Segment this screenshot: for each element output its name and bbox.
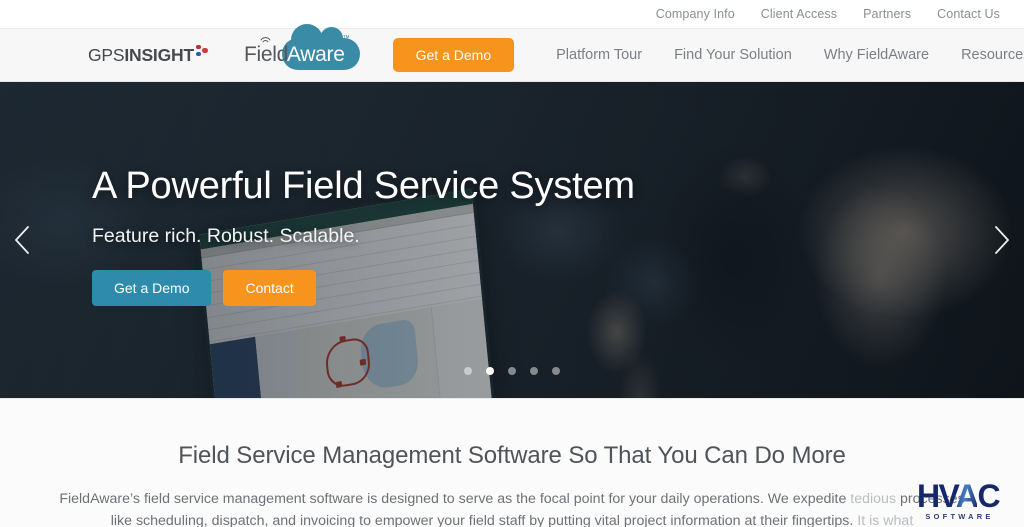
carousel-dots <box>0 367 1024 375</box>
trademark-symbol: ™ <box>342 35 350 42</box>
hvac-letter-v: V <box>938 477 958 514</box>
hero-content: A Powerful Field Service System Feature … <box>92 165 635 306</box>
hero-title: A Powerful Field Service System <box>92 165 635 207</box>
hero-subtitle: Feature rich. Robust. Scalable. <box>92 224 360 247</box>
nav-link-why-fieldaware[interactable]: Why FieldAware <box>824 47 929 63</box>
nav-link-resources[interactable]: Resources <box>961 47 1024 63</box>
chevron-right-icon[interactable] <box>984 220 1018 260</box>
carousel-dot-5[interactable] <box>552 367 560 375</box>
intro-heading: Field Service Management Software So Tha… <box>178 442 846 469</box>
wifi-signal-icon <box>260 37 271 43</box>
topbar-link-partners[interactable]: Partners <box>863 7 911 21</box>
hero-get-a-demo-button[interactable]: Get a Demo <box>92 269 212 306</box>
nav-link-find-your-solution[interactable]: Find Your Solution <box>674 47 792 63</box>
carousel-dot-4[interactable] <box>530 367 538 375</box>
intro-paragraph: FieldAware’s field service management so… <box>59 489 965 527</box>
header-get-a-demo-button[interactable]: Get a Demo <box>392 38 515 72</box>
hvac-letter-h: H <box>917 477 940 514</box>
fieldaware-word-aware: Aware <box>286 43 345 66</box>
gps-insight-dots-icon <box>195 44 210 61</box>
carousel-dot-2[interactable] <box>486 367 494 375</box>
chevron-left-icon[interactable] <box>6 220 40 260</box>
topbar-link-client-access[interactable]: Client Access <box>761 7 837 21</box>
hvac-letter-a: A <box>955 477 979 514</box>
gps-insight-wordmark-bold: INSIGHT <box>124 44 194 65</box>
intro-paragraph-line1-faded: tedious <box>850 491 897 507</box>
hvac-wordmark: HVAC <box>902 477 1014 514</box>
topbar-link-company-info[interactable]: Company Info <box>656 7 735 21</box>
intro-paragraph-line1: FieldAware’s field service management so… <box>59 491 851 507</box>
top-utility-bar: Company Info Client Access Partners Cont… <box>0 0 1024 29</box>
topbar-link-contact-us[interactable]: Contact Us <box>937 7 1000 21</box>
carousel-dot-3[interactable] <box>508 367 516 375</box>
nav-link-platform-tour[interactable]: Platform Tour <box>556 47 642 63</box>
carousel-dot-1[interactable] <box>464 367 472 375</box>
site-header: GPSINSIGHT Field Aware ™ Get a Demo Plat… <box>0 24 1024 82</box>
intro-section: Field Service Management Software So Tha… <box>0 398 1024 527</box>
hero-contact-button[interactable]: Contact <box>223 269 316 306</box>
fieldaware-word-field: Field <box>243 43 288 66</box>
hero-carousel: A Powerful Field Service System Feature … <box>0 82 1024 398</box>
hvac-letter-c: C <box>977 477 1000 514</box>
gps-insight-wordmark: GPSINSIGHT <box>88 45 194 66</box>
hero-button-group: Get a Demo Contact <box>92 269 635 306</box>
fieldaware-logo[interactable]: Field Aware ™ <box>243 24 360 77</box>
gps-insight-logo[interactable]: GPSINSIGHT <box>88 29 210 81</box>
hvac-software-watermark-logo: HVAC SOFTWARE <box>902 477 1014 521</box>
gps-insight-wordmark-light: GPS <box>88 44 125 65</box>
primary-navigation: Platform Tour Find Your Solution Why Fie… <box>540 47 1024 64</box>
